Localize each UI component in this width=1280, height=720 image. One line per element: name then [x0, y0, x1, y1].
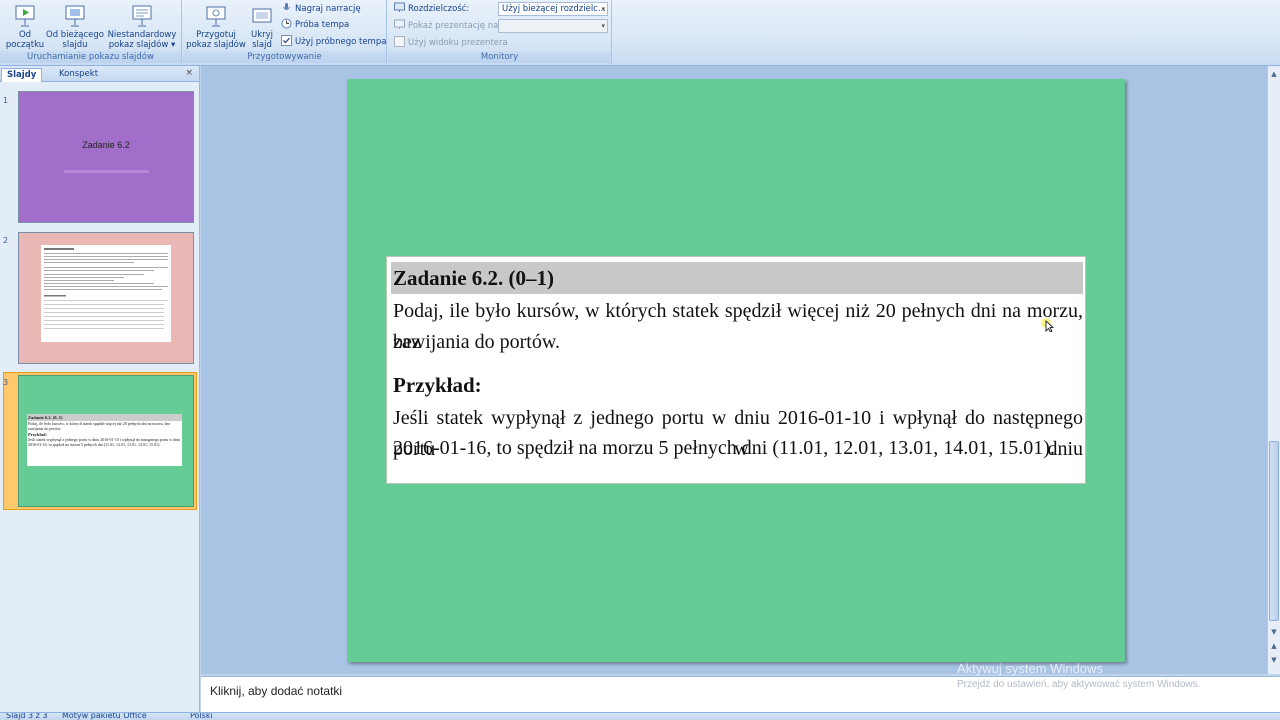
- setup-show-icon: [206, 6, 226, 27]
- group-start-show: Od początku Od bieżącego slajdu Niestand…: [0, 0, 182, 64]
- status-language: Polski: [190, 712, 213, 720]
- notes-placeholder: Kliknij, aby dodać notatki: [210, 684, 343, 698]
- custom-show-button[interactable]: Niestandardowy pokaz slajdów ▾: [106, 2, 178, 50]
- slide-thumbnail-3[interactable]: Zadanie 6.2. (0–1) Podaj, ile było kursó…: [18, 375, 194, 507]
- pane-tabs: Slajdy Konspekt ×: [0, 66, 199, 82]
- status-slide-info: Slajd 3 z 3: [6, 712, 48, 720]
- checkbox-checked-icon: [281, 35, 292, 46]
- resolution-label: Rozdzielczość:: [408, 4, 470, 14]
- show-on-row: Pokaż prezentację na:: [394, 19, 501, 33]
- show-on-label: Pokaż prezentację na:: [408, 21, 502, 31]
- scrollbar-thumb[interactable]: [1269, 441, 1279, 621]
- record-narration-button[interactable]: Nagraj narrację: [281, 2, 361, 16]
- tab-slides[interactable]: Slajdy: [1, 68, 43, 82]
- hide-slide-button[interactable]: Ukryj slajd: [247, 2, 277, 50]
- previous-slide-icon[interactable]: ▲: [1268, 640, 1280, 652]
- setup-show-label-1: Przygotuj: [196, 30, 236, 40]
- activation-watermark-text: Przejdź do ustawień, aby aktywować syste…: [957, 679, 1201, 690]
- group-setup: Przygotuj pokaz slajdów Ukryj slajd Nagr…: [183, 0, 387, 64]
- thumb-2-text-lines: [44, 248, 168, 329]
- thumb-3-content: Zadanie 6.2. (0–1) Podaj, ile było kursó…: [27, 414, 182, 466]
- slide-number-1: 1: [3, 96, 9, 105]
- use-timings-label: Użyj próbnego tempa: [295, 37, 387, 47]
- activation-watermark-title: Aktywuj system Windows: [957, 661, 1103, 676]
- slideshow-current-icon: [65, 5, 85, 27]
- mouse-cursor-icon: [1041, 318, 1055, 332]
- custom-show-label-1: Niestandardowy: [107, 30, 177, 40]
- slide-canvas[interactable]: Zadanie 6.2. (0–1) Podaj, ile było kursó…: [347, 79, 1125, 662]
- checkbox-unchecked-icon: [394, 36, 405, 47]
- use-timings-checkbox[interactable]: Użyj próbnego tempa: [281, 35, 386, 49]
- slide-example-line-2: 2016-01-16, to spędził na morzu 5 pełnyc…: [393, 437, 1055, 459]
- custom-show-label-2: pokaz slajdów ▾: [108, 40, 176, 50]
- hide-slide-icon: [252, 8, 272, 23]
- status-bar: Slajd 3 z 3 Motyw pakietu Office Polski: [0, 712, 1280, 720]
- close-icon[interactable]: ×: [185, 68, 193, 78]
- microphone-icon: [283, 3, 290, 10]
- rehearse-timings-button[interactable]: Próba tempa: [281, 18, 349, 32]
- from-start-label-1: Od: [18, 30, 32, 40]
- slideshow-start-icon: [15, 5, 35, 27]
- resolution-dropdown[interactable]: Użyj bieżącej rozdzielc... ▾: [498, 2, 608, 16]
- thumb-1-title: Zadanie 6.2: [82, 140, 130, 150]
- monitor-icon: [394, 2, 405, 12]
- tab-outline[interactable]: Konspekt: [54, 68, 103, 82]
- status-theme: Motyw pakietu Office: [62, 712, 147, 720]
- presenter-view-checkbox[interactable]: Użyj widoku prezentera: [394, 36, 508, 50]
- slide-example-heading: Przykład:: [393, 373, 482, 397]
- from-current-button[interactable]: Od bieżącego slajdu: [46, 2, 104, 50]
- group-monitors-label: Monitory: [388, 51, 611, 63]
- hide-slide-label-2: slajd: [252, 40, 272, 50]
- setup-show-button[interactable]: Przygotuj pokaz slajdów: [185, 2, 247, 50]
- slide-editor: Zadanie 6.2. (0–1) Podaj, ile było kursó…: [201, 66, 1267, 674]
- thumb-1-subtitle-line: [64, 170, 149, 173]
- scroll-up-icon[interactable]: ▲: [1268, 68, 1280, 80]
- thumb-3-title: Zadanie 6.2. (0–1): [27, 414, 182, 421]
- record-narration-label: Nagraj narrację: [295, 4, 361, 14]
- slide-thumbnail-2[interactable]: [18, 232, 194, 364]
- from-current-label-1: Od bieżącego: [46, 30, 104, 40]
- slide-number-2: 2: [3, 236, 9, 245]
- thumb-2-content: [41, 245, 171, 342]
- scroll-down-icon[interactable]: ▼: [1268, 626, 1280, 638]
- hide-slide-label-1: Ukryj: [250, 30, 274, 40]
- presenter-view-label: Użyj widoku prezentera: [408, 38, 508, 48]
- vertical-scrollbar[interactable]: ▲ ▼ ▲ ▼: [1267, 66, 1280, 674]
- show-on-dropdown[interactable]: ▾: [498, 19, 608, 33]
- slide-thumbnail-1[interactable]: Zadanie 6.2: [18, 91, 194, 223]
- from-start-button[interactable]: Od początku: [4, 2, 46, 50]
- group-setup-label: Przygotowywanie: [183, 51, 386, 63]
- custom-slideshow-icon: [132, 5, 152, 27]
- resolution-value: Użyj bieżącej rozdzielc...: [502, 4, 606, 14]
- from-start-label-2: początku: [5, 40, 45, 50]
- chevron-down-icon: ▾: [601, 5, 605, 13]
- thumb-3-example: Jeśli statek wypłynął z jednego portu w …: [28, 437, 181, 447]
- monitor-disabled-icon: [394, 19, 405, 29]
- chevron-down-icon: ▾: [601, 22, 605, 30]
- resolution-row: Rozdzielczość:: [394, 2, 469, 16]
- ribbon: Od początku Od bieżącego slajdu Niestand…: [0, 0, 1280, 66]
- next-slide-icon[interactable]: ▼: [1268, 654, 1280, 666]
- rehearse-timings-label: Próba tempa: [295, 20, 350, 30]
- setup-show-label-2: pokaz slajdów: [186, 40, 246, 50]
- slide-number-3: 3: [3, 378, 9, 387]
- thumb-3-text: Podaj, ile było kursów, w których statek…: [28, 421, 171, 431]
- clock-icon: [281, 18, 292, 29]
- slides-pane: Slajdy Konspekt × 1 Zadanie 6.2 2 3 Zada…: [0, 66, 200, 712]
- slide-text-line-2: zawijania do portów.: [393, 331, 560, 353]
- group-monitors: Rozdzielczość: Użyj bieżącej rozdzielc..…: [388, 0, 612, 64]
- from-current-label-2: slajdu: [62, 40, 88, 50]
- slide-title: Zadanie 6.2. (0–1): [391, 262, 1083, 294]
- slide-content-box[interactable]: Zadanie 6.2. (0–1) Podaj, ile było kursó…: [386, 256, 1086, 484]
- group-start-label: Uruchamianie pokazu slajdów: [0, 51, 181, 63]
